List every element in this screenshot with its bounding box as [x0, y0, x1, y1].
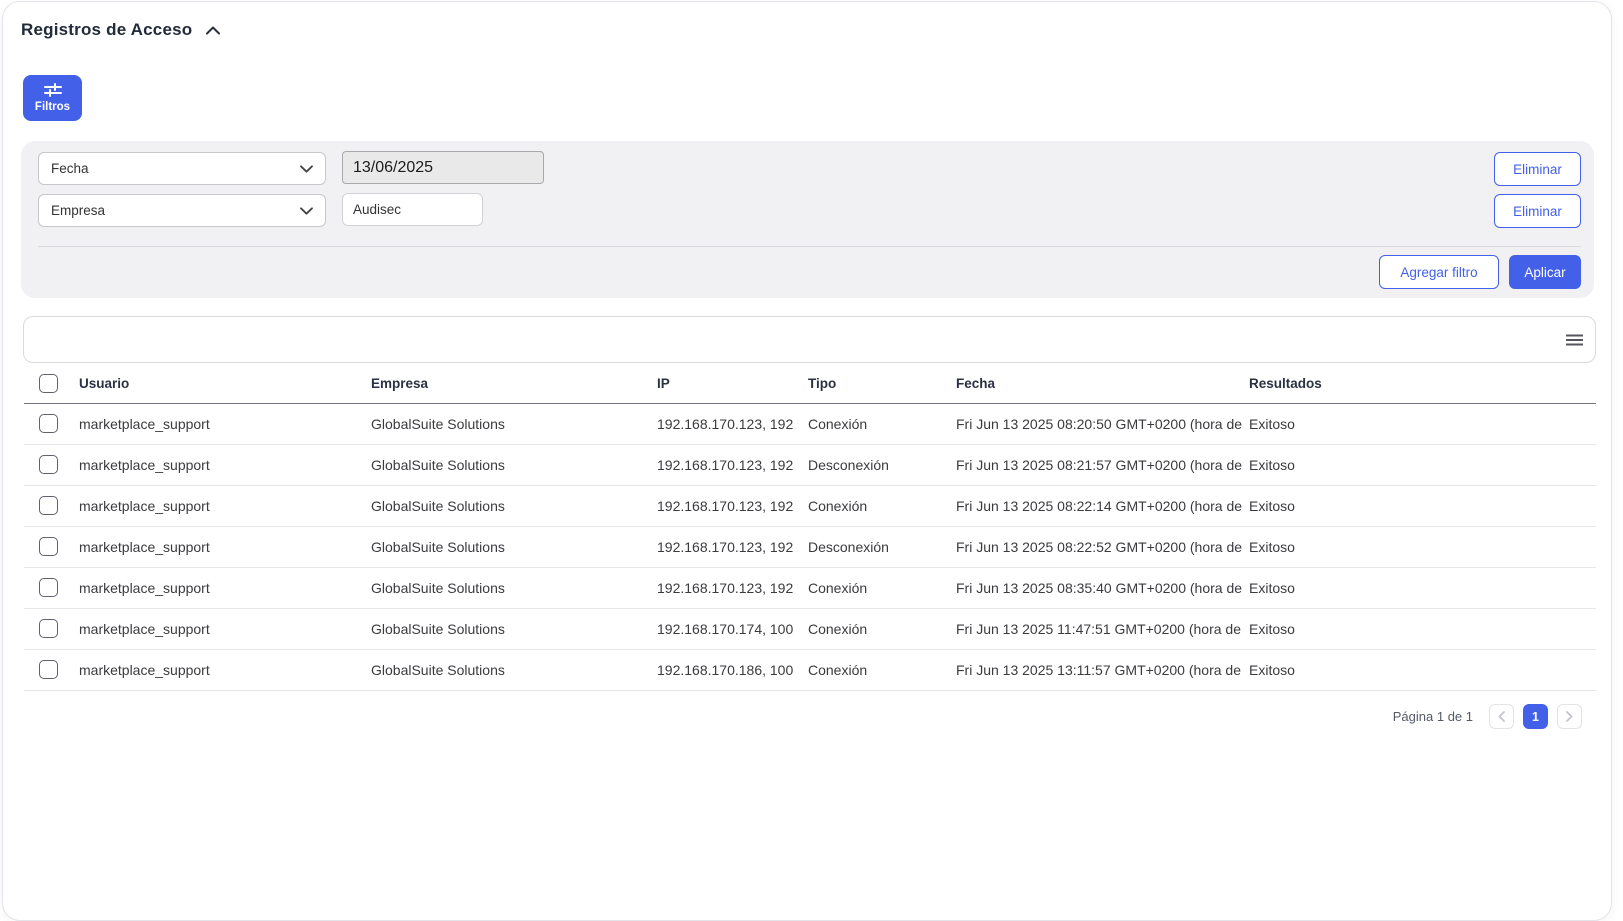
cell-tipo: Desconexión [808, 526, 956, 567]
row-checkbox[interactable] [39, 660, 58, 679]
column-header-usuario[interactable]: Usuario [79, 365, 371, 403]
cell-fecha: Fri Jun 13 2025 08:22:52 GMT+0200 (hora … [956, 526, 1249, 567]
column-header-fecha[interactable]: Fecha [956, 365, 1249, 403]
filter-field-select-empresa[interactable]: Empresa [38, 194, 326, 227]
chevron-left-icon [1498, 711, 1505, 722]
row-checkbox[interactable] [39, 455, 58, 474]
table-header-row: Usuario Empresa IP Tipo Fecha Resultados [24, 365, 1596, 403]
cell-tipo: Conexión [808, 485, 956, 526]
row-checkbox[interactable] [39, 414, 58, 433]
filter-panel: Fecha Eliminar Empresa Eliminar Agregar … [21, 141, 1594, 298]
pagination-status: Página 1 de 1 [1393, 709, 1473, 724]
filter-field-selected-value: Fecha [51, 161, 89, 176]
cell-empresa: GlobalSuite Solutions [371, 485, 657, 526]
cell-ip: 192.168.170.123, 192 [657, 567, 808, 608]
table-toolbar [23, 316, 1596, 363]
cell-usuario: marketplace_support [79, 444, 371, 485]
cell-fecha: Fri Jun 13 2025 08:21:57 GMT+0200 (hora … [956, 444, 1249, 485]
cell-ip: 192.168.170.123, 192 [657, 403, 808, 444]
cell-ip: 192.168.170.123, 192 [657, 444, 808, 485]
cell-empresa: GlobalSuite Solutions [371, 608, 657, 649]
cell-resultados: Exitoso [1249, 608, 1596, 649]
pagination-next-button[interactable] [1557, 704, 1582, 729]
chevron-down-icon [300, 165, 313, 173]
cell-resultados: Exitoso [1249, 485, 1596, 526]
cell-tipo: Conexión [808, 649, 956, 690]
cell-empresa: GlobalSuite Solutions [371, 444, 657, 485]
cell-empresa: GlobalSuite Solutions [371, 649, 657, 690]
table-menu-hamburger-icon[interactable] [1566, 333, 1583, 346]
cell-usuario: marketplace_support [79, 485, 371, 526]
cell-fecha: Fri Jun 13 2025 13:11:57 GMT+0200 (hora … [956, 649, 1249, 690]
cell-resultados: Exitoso [1249, 649, 1596, 690]
cell-ip: 192.168.170.174, 100 [657, 608, 808, 649]
cell-fecha: Fri Jun 13 2025 08:22:14 GMT+0200 (hora … [956, 485, 1249, 526]
access-logs-card: Registros de Acceso Filtros Fecha Elimin… [2, 1, 1612, 921]
pagination: Página 1 de 1 1 [1393, 704, 1582, 729]
cell-usuario: marketplace_support [79, 649, 371, 690]
table-row: marketplace_support GlobalSuite Solution… [24, 649, 1596, 690]
table-row: marketplace_support GlobalSuite Solution… [24, 608, 1596, 649]
row-checkbox[interactable] [39, 537, 58, 556]
access-logs-table: Usuario Empresa IP Tipo Fecha Resultados… [24, 365, 1596, 691]
cell-usuario: marketplace_support [79, 608, 371, 649]
column-header-tipo[interactable]: Tipo [808, 365, 956, 403]
collapse-chevron-up-icon[interactable] [206, 26, 220, 35]
filters-toggle-label: Filtros [35, 101, 70, 113]
cell-ip: 192.168.170.123, 192 [657, 485, 808, 526]
table-row: marketplace_support GlobalSuite Solution… [24, 567, 1596, 608]
table-row: marketplace_support GlobalSuite Solution… [24, 403, 1596, 444]
cell-usuario: marketplace_support [79, 403, 371, 444]
cell-resultados: Exitoso [1249, 403, 1596, 444]
cell-tipo: Conexión [808, 403, 956, 444]
page-title: Registros de Acceso [21, 20, 192, 40]
cell-fecha: Fri Jun 13 2025 08:35:40 GMT+0200 (hora … [956, 567, 1249, 608]
apply-filters-button[interactable]: Aplicar [1509, 255, 1581, 289]
row-checkbox[interactable] [39, 496, 58, 515]
pagination-page-1-button[interactable]: 1 [1523, 704, 1548, 729]
column-header-resultados[interactable]: Resultados [1249, 365, 1596, 403]
table-row: marketplace_support GlobalSuite Solution… [24, 444, 1596, 485]
select-all-checkbox[interactable] [39, 374, 58, 393]
pagination-prev-button[interactable] [1489, 704, 1514, 729]
filter-panel-divider [38, 246, 1581, 247]
remove-filter-fecha-button[interactable]: Eliminar [1494, 152, 1581, 186]
page-header: Registros de Acceso [21, 20, 220, 40]
filter-empresa-input[interactable] [342, 193, 483, 226]
column-header-ip[interactable]: IP [657, 365, 808, 403]
cell-empresa: GlobalSuite Solutions [371, 567, 657, 608]
cell-fecha: Fri Jun 13 2025 11:47:51 GMT+0200 (hora … [956, 608, 1249, 649]
filter-field-select-fecha[interactable]: Fecha [38, 152, 326, 185]
cell-tipo: Desconexión [808, 444, 956, 485]
row-checkbox[interactable] [39, 619, 58, 638]
chevron-down-icon [300, 207, 313, 215]
remove-filter-empresa-button[interactable]: Eliminar [1494, 194, 1581, 228]
cell-resultados: Exitoso [1249, 444, 1596, 485]
cell-resultados: Exitoso [1249, 567, 1596, 608]
cell-empresa: GlobalSuite Solutions [371, 526, 657, 567]
table-row: marketplace_support GlobalSuite Solution… [24, 485, 1596, 526]
filter-field-selected-value: Empresa [51, 203, 105, 218]
cell-resultados: Exitoso [1249, 526, 1596, 567]
cell-fecha: Fri Jun 13 2025 08:20:50 GMT+0200 (hora … [956, 403, 1249, 444]
add-filter-button[interactable]: Agregar filtro [1379, 255, 1499, 289]
cell-tipo: Conexión [808, 608, 956, 649]
cell-usuario: marketplace_support [79, 567, 371, 608]
table-row: marketplace_support GlobalSuite Solution… [24, 526, 1596, 567]
cell-empresa: GlobalSuite Solutions [371, 403, 657, 444]
column-header-empresa[interactable]: Empresa [371, 365, 657, 403]
cell-ip: 192.168.170.186, 100 [657, 649, 808, 690]
cell-tipo: Conexión [808, 567, 956, 608]
row-checkbox[interactable] [39, 578, 58, 597]
filters-toggle-button[interactable]: Filtros [23, 75, 82, 121]
sliders-icon [44, 83, 62, 97]
cell-usuario: marketplace_support [79, 526, 371, 567]
cell-ip: 192.168.170.123, 192 [657, 526, 808, 567]
chevron-right-icon [1566, 711, 1573, 722]
filter-date-input[interactable] [342, 151, 544, 184]
